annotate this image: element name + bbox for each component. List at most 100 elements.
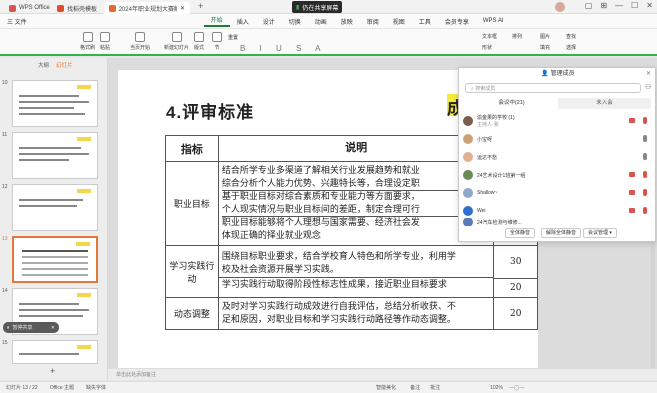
- camera-off-icon[interactable]: [629, 172, 635, 177]
- theme-name[interactable]: Office 主题: [50, 384, 74, 391]
- close-icon[interactable]: ✕: [180, 5, 185, 12]
- pause-share-toast[interactable]: ⏸ 暂停共享 ✕: [3, 322, 59, 333]
- menu-review[interactable]: 审阅: [360, 17, 386, 26]
- menu-view[interactable]: 视图: [386, 17, 412, 26]
- menu-file[interactable]: 三 文件: [0, 17, 34, 26]
- description-line: 围绕目标职业要求，结合学校育人特色和所学专业，利用学: [221, 252, 456, 263]
- slide-number: 10: [2, 80, 8, 86]
- cell-description: 及时对学习实践行动成效进行自我评估，总结分析收获、不 足和原因，对职业目标和学习…: [217, 297, 495, 330]
- mic-muted-icon[interactable]: [643, 117, 647, 124]
- menu-wps-ai[interactable]: WPS AI: [476, 18, 511, 24]
- maximize-icon[interactable]: ☐: [631, 1, 638, 10]
- layout-icon[interactable]: ⊞: [600, 1, 607, 10]
- mic-muted-icon[interactable]: [643, 171, 647, 178]
- close-window-icon[interactable]: ✕: [646, 1, 653, 10]
- zoom-slider[interactable]: —◯—: [509, 385, 525, 391]
- find-button[interactable]: 查找: [566, 33, 576, 40]
- tab-document[interactable]: 2024年职业规划大赛解读(1) ✕: [104, 2, 190, 14]
- minimize-icon[interactable]: —: [615, 1, 623, 10]
- menu-tools[interactable]: 工具: [412, 17, 438, 26]
- member-name: 运达不愁: [477, 154, 498, 161]
- fill-button[interactable]: 填充: [540, 44, 550, 51]
- mic-muted-icon[interactable]: [643, 189, 647, 196]
- menu-insert[interactable]: 插入: [230, 17, 256, 26]
- camera-off-icon[interactable]: [629, 118, 635, 123]
- shape-button[interactable]: 形状: [482, 44, 492, 51]
- toast-label: 暂停共享: [12, 325, 33, 331]
- unmute-all-button[interactable]: 解除全体静音: [541, 228, 582, 238]
- tab-wps-office[interactable]: WPS Office: [4, 2, 55, 14]
- reset-button[interactable]: 重置: [228, 34, 238, 41]
- cell-score: 20: [493, 297, 538, 330]
- close-icon[interactable]: ✕: [51, 325, 55, 331]
- description-line: 结合所学专业多渠道了解相关行业发展趋势和就业: [221, 166, 420, 176]
- slide-thumbnail[interactable]: [12, 340, 98, 364]
- close-icon[interactable]: ✕: [646, 68, 651, 81]
- tab-label: 2024年职业规划大赛解读(1): [118, 6, 177, 13]
- meeting-manage-button[interactable]: 会议管理 ▾: [583, 228, 617, 238]
- menu-home[interactable]: 开始: [203, 15, 230, 27]
- smart-beautify-button[interactable]: 智能美化: [376, 384, 396, 391]
- comments-button[interactable]: 批注: [430, 384, 440, 391]
- member-row[interactable]: Wei: [463, 204, 653, 218]
- paste-button[interactable]: 粘贴: [100, 32, 110, 51]
- tab-template[interactable]: 找稻壳模板: [52, 2, 102, 14]
- user-avatar[interactable]: [555, 2, 565, 12]
- camera-off-icon[interactable]: [629, 208, 635, 213]
- member-search-input[interactable]: ⌕ 搜索成员: [465, 83, 641, 93]
- member-row[interactable]: 小宝呀: [463, 132, 653, 146]
- menu-member[interactable]: 会员专享: [438, 17, 476, 26]
- mic-icon[interactable]: [643, 153, 647, 160]
- notes-area[interactable]: 单击此处添加备注: [108, 369, 657, 380]
- member-row[interactable]: Shallow~: [463, 186, 653, 200]
- tab-outline[interactable]: 大纲: [38, 61, 49, 69]
- tab-in-meeting[interactable]: 会议中(21): [465, 98, 558, 109]
- members-icon: 👤: [541, 71, 549, 77]
- picture-button[interactable]: 图片: [540, 33, 550, 40]
- slide-thumbnail[interactable]: [12, 80, 98, 127]
- section-button[interactable]: 节: [212, 32, 222, 51]
- mic-muted-icon[interactable]: [643, 207, 647, 214]
- tab-label: WPS Office: [19, 5, 50, 11]
- member-row[interactable]: 24艺术设计1班第一组: [463, 168, 653, 182]
- missing-font-indicator[interactable]: 缺失字体: [86, 384, 106, 391]
- arrange-button[interactable]: 排列: [512, 33, 522, 40]
- button-label: 节: [214, 45, 220, 51]
- description-line: 综合分析个人能力优势、兴趣特长等，合理设定职: [221, 178, 491, 191]
- member-row[interactable]: 24汽车检测与维修...: [463, 218, 653, 226]
- menu-animation[interactable]: 动画: [308, 17, 334, 26]
- tab-not-joined[interactable]: 未入会: [558, 98, 651, 109]
- member-role: 主持人·我: [477, 122, 499, 128]
- avatar: [463, 218, 473, 226]
- notes-button[interactable]: 备注: [410, 384, 420, 391]
- zoom-level[interactable]: 102%: [490, 385, 503, 391]
- score-value: 30: [494, 246, 537, 279]
- menu-transition[interactable]: 切换: [282, 17, 308, 26]
- member-row[interactable]: 运达不愁: [463, 150, 653, 164]
- window-controls: ▢ ⊞ — ☐ ✕: [585, 1, 653, 10]
- slide-thumbnail[interactable]: [12, 184, 98, 231]
- restore-icon[interactable]: ▢: [585, 1, 593, 10]
- add-slide-icon[interactable]: +: [50, 366, 55, 376]
- mute-all-button[interactable]: 全体静音: [505, 228, 536, 238]
- layout-button[interactable]: 版式: [194, 32, 204, 51]
- new-tab-icon[interactable]: +: [198, 1, 203, 11]
- camera-off-icon[interactable]: [629, 190, 635, 195]
- slide-title[interactable]: 4.评审标准: [166, 98, 254, 123]
- select-button[interactable]: 选择: [566, 44, 576, 51]
- font-format-icons[interactable]: B I U S A: [240, 44, 326, 53]
- slide-thumbnail-selected[interactable]: [12, 236, 98, 283]
- menu-design[interactable]: 设计: [256, 17, 282, 26]
- add-member-icon[interactable]: ⚇: [645, 83, 651, 91]
- tab-slides[interactable]: 幻灯片: [56, 61, 73, 69]
- slide-thumbnail[interactable]: [12, 132, 98, 179]
- new-slide-button[interactable]: 新建幻灯片: [164, 32, 189, 51]
- format-painter-button[interactable]: 格式刷: [80, 32, 95, 51]
- menu-slideshow[interactable]: 放映: [334, 17, 360, 26]
- textbox-button[interactable]: 文本框: [482, 33, 497, 40]
- member-row[interactable]: 渝金果的学校 (1) 主持人·我: [463, 114, 653, 128]
- mic-icon[interactable]: [643, 135, 647, 142]
- description-line: 基于职业目标对综合素质和专业能力等方面要求，: [221, 192, 420, 202]
- current-start-button[interactable]: 当页开始: [130, 32, 150, 51]
- screen-share-indicator[interactable]: ▮ 仍在共享屏幕: [292, 1, 343, 13]
